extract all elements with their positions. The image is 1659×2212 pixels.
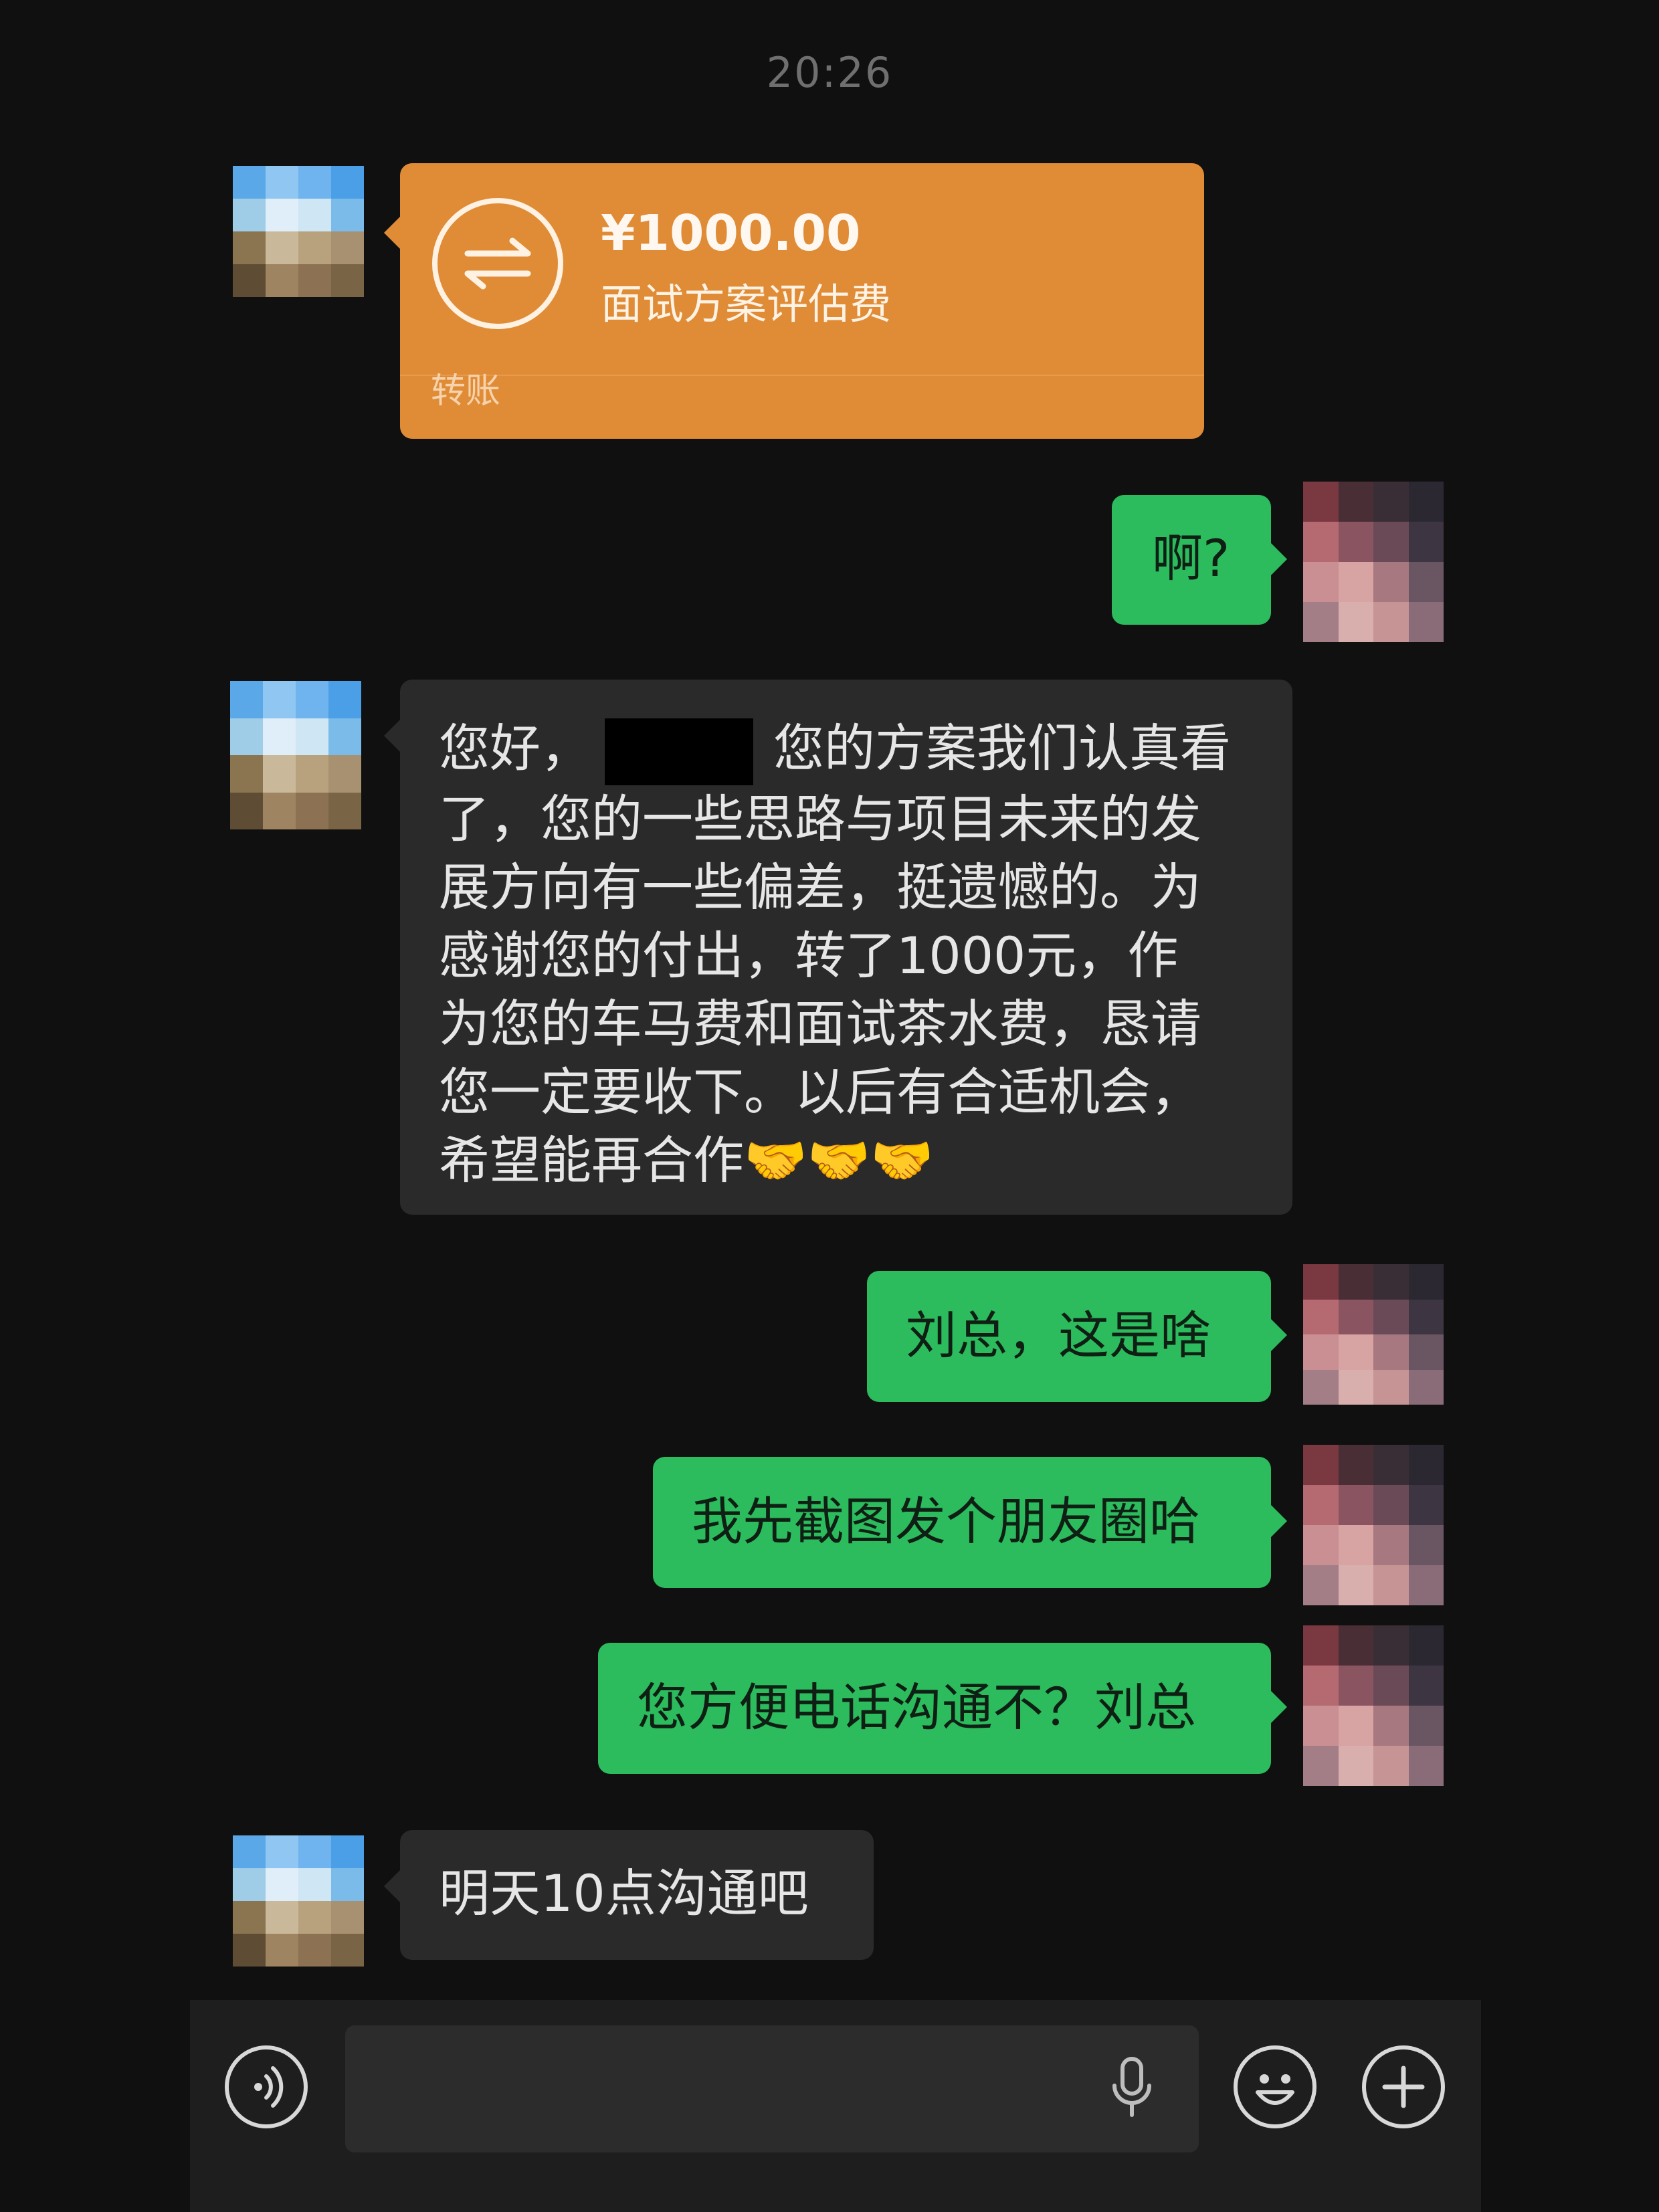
- chat-timestamp: 20:26: [766, 48, 893, 97]
- message-text-line: 您一定要收下。以后有合适机会，: [439, 1062, 1201, 1122]
- message-text-line: 感谢您的付出，转了1000元，作: [439, 926, 1179, 985]
- message-bubble-outgoing[interactable]: 啊?: [1112, 495, 1287, 625]
- my-avatar[interactable]: [1303, 1445, 1444, 1605]
- my-avatar[interactable]: [1303, 482, 1444, 642]
- message-text: 啊?: [1152, 528, 1230, 588]
- message-bubble-incoming[interactable]: 明天10点沟通吧: [384, 1830, 874, 1960]
- voice-toggle-icon: [254, 2066, 284, 2108]
- my-avatar[interactable]: [1303, 1625, 1444, 1786]
- message-bubble-outgoing[interactable]: 您方便电话沟通不？刘总: [598, 1643, 1287, 1774]
- my-avatar[interactable]: [1303, 1264, 1444, 1405]
- emoji-button[interactable]: [1234, 2045, 1316, 2128]
- emoji-icon: [1256, 2074, 1294, 2105]
- message-text-line: 您的方案我们认真看: [773, 718, 1231, 778]
- message-text-line: 您好，: [439, 718, 591, 778]
- message-text-line: 了，您的一些思路与项目未来的发: [439, 789, 1201, 849]
- message-input[interactable]: [345, 2025, 1199, 2152]
- transfer-memo: 面试方案评估费: [601, 280, 892, 328]
- message-text: 我先截图发个朋友圈哈: [692, 1492, 1200, 1551]
- redacted-name: [605, 718, 753, 785]
- message-bubble-outgoing[interactable]: 我先截图发个朋友圈哈: [653, 1457, 1287, 1588]
- message-bubble-outgoing[interactable]: 刘总，这是啥: [867, 1271, 1287, 1402]
- contact-avatar[interactable]: [233, 1835, 364, 1967]
- message-bubble-incoming[interactable]: 您好， 您的方案我们认真看 了，您的一些思路与项目未来的发 展方向有一些偏差，挺遗…: [384, 680, 1292, 1215]
- message-text-line: 希望能再合作🤝🤝🤝: [439, 1130, 934, 1190]
- plus-icon: [1382, 2066, 1425, 2108]
- microphone-icon[interactable]: [1105, 2053, 1159, 2127]
- voice-toggle-button[interactable]: [225, 2045, 308, 2128]
- contact-avatar[interactable]: [230, 681, 361, 829]
- message-text: 明天10点沟通吧: [439, 1864, 809, 1923]
- message-text-line: 展方向有一些偏差，挺遗憾的。为: [439, 858, 1201, 917]
- plus-button[interactable]: [1362, 2045, 1445, 2128]
- transfer-card[interactable]: ¥1000.00 面试方案评估费 转账: [384, 163, 1204, 439]
- chat-input-bar: [190, 2000, 1481, 2212]
- contact-avatar[interactable]: [233, 166, 364, 297]
- transfer-amount: ¥1000.00: [601, 205, 861, 262]
- transfer-type-label: 转账: [431, 371, 501, 411]
- message-text: 刘总，这是啥: [906, 1306, 1211, 1365]
- transfer-divider: [400, 375, 1204, 376]
- message-text: 您方便电话沟通不？刘总: [637, 1678, 1196, 1737]
- transfer-icon: [432, 198, 563, 329]
- message-text-line: 为您的车马费和面试茶水费，恳请: [439, 994, 1201, 1053]
